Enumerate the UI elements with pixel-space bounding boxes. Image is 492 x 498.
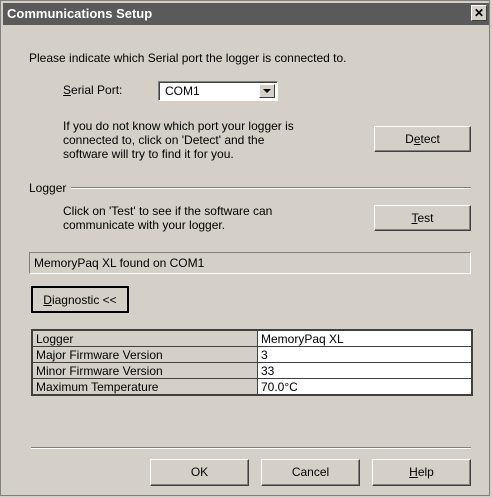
status-text: MemoryPaq XL found on COM1 bbox=[34, 256, 205, 270]
footer-divider bbox=[31, 447, 471, 449]
close-icon: ✕ bbox=[473, 6, 485, 20]
window-title: Communications Setup bbox=[7, 6, 153, 21]
communications-setup-dialog: Communications Setup ✕ Please indicate w… bbox=[0, 0, 490, 496]
title-bar[interactable]: Communications Setup ✕ bbox=[3, 3, 489, 25]
diag-key: Minor Firmware Version bbox=[31, 362, 258, 379]
table-row: Maximum Temperature 70.0°C bbox=[31, 378, 473, 396]
test-help-text: Click on 'Test' to see if the software c… bbox=[63, 204, 273, 232]
group-divider bbox=[71, 187, 471, 189]
diag-value: 3 bbox=[257, 346, 473, 363]
test-button[interactable]: Test bbox=[374, 205, 471, 231]
detect-help-text: If you do not know which port your logge… bbox=[63, 119, 294, 161]
diag-value: 33 bbox=[257, 362, 473, 379]
instruction-text: Please indicate which Serial port the lo… bbox=[29, 51, 347, 65]
ok-button[interactable]: OK bbox=[150, 459, 249, 486]
detect-button[interactable]: Detect bbox=[374, 126, 471, 152]
diagnostic-toggle-button[interactable]: Diagnostic << bbox=[31, 286, 129, 313]
serial-port-select[interactable]: COM1 bbox=[158, 81, 278, 101]
chevron-down-icon bbox=[263, 89, 271, 93]
logger-group-label: Logger bbox=[29, 181, 67, 195]
table-row: Logger MemoryPaq XL bbox=[31, 329, 473, 347]
serial-port-value: COM1 bbox=[165, 84, 200, 98]
diag-key: Maximum Temperature bbox=[31, 378, 258, 396]
diag-key: Logger bbox=[31, 329, 258, 347]
close-button[interactable]: ✕ bbox=[471, 5, 487, 21]
cancel-button[interactable]: Cancel bbox=[261, 459, 360, 486]
serial-port-label: Serial Port: bbox=[63, 83, 123, 97]
dropdown-button[interactable] bbox=[259, 84, 275, 98]
status-field: MemoryPaq XL found on COM1 bbox=[29, 252, 471, 274]
diagnostic-table: Logger MemoryPaq XL Major Firmware Versio… bbox=[31, 329, 473, 396]
diag-key: Major Firmware Version bbox=[31, 346, 258, 363]
diag-value: MemoryPaq XL bbox=[257, 329, 473, 347]
table-row: Minor Firmware Version 33 bbox=[31, 362, 473, 379]
table-row: Major Firmware Version 3 bbox=[31, 346, 473, 363]
diag-value: 70.0°C bbox=[257, 378, 473, 396]
help-button[interactable]: Help bbox=[372, 459, 471, 486]
